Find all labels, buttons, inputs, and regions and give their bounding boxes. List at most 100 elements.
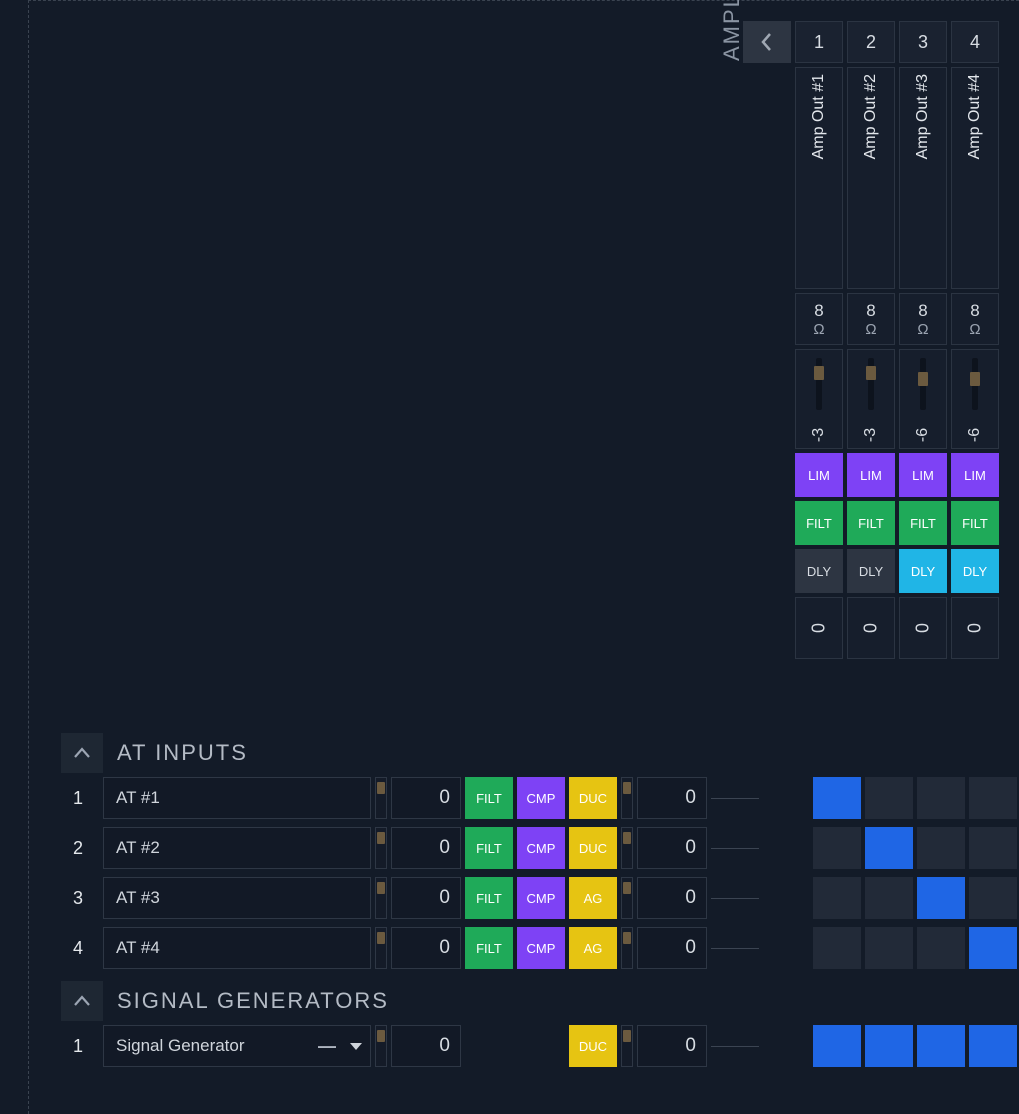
- chevron-left-icon: [759, 30, 775, 54]
- amp-impedance-1[interactable]: 8Ω: [795, 293, 843, 345]
- proc-filt[interactable]: FILT: [465, 927, 513, 969]
- gain-value[interactable]: 0: [391, 777, 461, 819]
- amp-impedance-2[interactable]: 8Ω: [847, 293, 895, 345]
- matrix-cell-3[interactable]: [917, 1025, 965, 1067]
- proc-duc[interactable]: DUC: [569, 777, 617, 819]
- proc-cmp[interactable]: CMP: [517, 777, 565, 819]
- proc-ag[interactable]: AG: [569, 877, 617, 919]
- amp-fader-2[interactable]: -3: [847, 349, 895, 449]
- proc-filt[interactable]: FILT: [465, 777, 513, 819]
- at-inputs-header: AT INPUTS: [57, 729, 1017, 777]
- amp-channel-2[interactable]: 2: [847, 21, 895, 63]
- proc-cmp[interactable]: CMP: [517, 827, 565, 869]
- amp-impedance-3[interactable]: 8Ω: [899, 293, 947, 345]
- matrix-cell-3[interactable]: [917, 877, 965, 919]
- proc-cmp[interactable]: CMP: [517, 927, 565, 969]
- matrix-cell-1[interactable]: [813, 877, 861, 919]
- amp-lim-2[interactable]: LIM: [847, 453, 895, 497]
- amp-channel-3[interactable]: 3: [899, 21, 947, 63]
- input-name-field[interactable]: AT #2: [103, 827, 371, 869]
- amp-fader-3[interactable]: -6: [899, 349, 947, 449]
- level-value[interactable]: 0: [637, 1025, 707, 1067]
- matrix-cell-4[interactable]: [969, 777, 1017, 819]
- row-index: 4: [57, 927, 99, 969]
- level-value[interactable]: 0: [637, 827, 707, 869]
- matrix-cell-4[interactable]: [969, 877, 1017, 919]
- gain-value[interactable]: 0: [391, 927, 461, 969]
- mini-fader[interactable]: [375, 877, 387, 919]
- proc-filt[interactable]: FILT: [465, 827, 513, 869]
- sig-gen-collapse[interactable]: [61, 981, 103, 1021]
- matrix-cell-2[interactable]: [865, 777, 913, 819]
- matrix-cell-2[interactable]: [865, 927, 913, 969]
- amp-back-button[interactable]: [743, 21, 791, 63]
- amp-out-name-3[interactable]: Amp Out #3: [899, 67, 947, 289]
- matrix-cell-1[interactable]: [813, 777, 861, 819]
- proc-cmp[interactable]: CMP: [517, 877, 565, 919]
- matrix-cell-3[interactable]: [917, 927, 965, 969]
- amp-out-name-4[interactable]: Amp Out #4: [951, 67, 999, 289]
- amp-channel-1[interactable]: 1: [795, 21, 843, 63]
- level-value[interactable]: 0: [637, 877, 707, 919]
- level-value[interactable]: 0: [637, 927, 707, 969]
- amp-lim-3[interactable]: LIM: [899, 453, 947, 497]
- mini-fader[interactable]: [375, 1025, 387, 1067]
- matrix-cell-3[interactable]: [917, 827, 965, 869]
- amp-dly-3[interactable]: DLY: [899, 549, 947, 593]
- amp-filt-4[interactable]: FILT: [951, 501, 999, 545]
- amp-filt-2[interactable]: FILT: [847, 501, 895, 545]
- fader-handle[interactable]: [814, 366, 824, 380]
- amp-out-name-1[interactable]: Amp Out #1: [795, 67, 843, 289]
- amp-impedance-4[interactable]: 8Ω: [951, 293, 999, 345]
- mini-fader[interactable]: [621, 777, 633, 819]
- input-name-field[interactable]: AT #3: [103, 877, 371, 919]
- mini-fader[interactable]: [375, 777, 387, 819]
- gain-value[interactable]: 0: [391, 877, 461, 919]
- amp-dly-4[interactable]: DLY: [951, 549, 999, 593]
- mini-fader[interactable]: [621, 927, 633, 969]
- mini-fader[interactable]: [621, 827, 633, 869]
- input-name-field[interactable]: AT #4: [103, 927, 371, 969]
- amp-fader-1[interactable]: -3: [795, 349, 843, 449]
- mini-fader[interactable]: [375, 827, 387, 869]
- amp-lim-1[interactable]: LIM: [795, 453, 843, 497]
- matrix-cell-4[interactable]: [969, 1025, 1017, 1067]
- routing-matrix: [813, 1025, 1017, 1067]
- matrix-cell-3[interactable]: [917, 777, 965, 819]
- amp-lim-4[interactable]: LIM: [951, 453, 999, 497]
- amp-channel-4[interactable]: 4: [951, 21, 999, 63]
- amp-level-1[interactable]: 0: [795, 597, 843, 659]
- mini-fader[interactable]: [621, 1025, 633, 1067]
- amp-level-4[interactable]: 0: [951, 597, 999, 659]
- proc-duc[interactable]: DUC: [569, 1025, 617, 1067]
- gain-value[interactable]: 0: [391, 827, 461, 869]
- amp-dly-1[interactable]: DLY: [795, 549, 843, 593]
- matrix-cell-4[interactable]: [969, 827, 1017, 869]
- amp-filt-3[interactable]: FILT: [899, 501, 947, 545]
- level-value[interactable]: 0: [637, 777, 707, 819]
- amp-fader-4[interactable]: -6: [951, 349, 999, 449]
- mini-fader[interactable]: [375, 927, 387, 969]
- proc-duc[interactable]: DUC: [569, 827, 617, 869]
- row-index: 1: [57, 777, 99, 819]
- matrix-cell-1[interactable]: [813, 927, 861, 969]
- matrix-cell-1[interactable]: [813, 1025, 861, 1067]
- amp-dly-2[interactable]: DLY: [847, 549, 895, 593]
- gain-value[interactable]: 0: [391, 1025, 461, 1067]
- matrix-cell-2[interactable]: [865, 1025, 913, 1067]
- amp-level-2[interactable]: 0: [847, 597, 895, 659]
- input-name-field[interactable]: AT #1: [103, 777, 371, 819]
- matrix-cell-4[interactable]: [969, 927, 1017, 969]
- route-connector: [711, 777, 759, 819]
- proc-filt[interactable]: FILT: [465, 877, 513, 919]
- signal-generator-select[interactable]: Signal Generator—: [103, 1025, 371, 1067]
- amp-filt-1[interactable]: FILT: [795, 501, 843, 545]
- proc-ag[interactable]: AG: [569, 927, 617, 969]
- matrix-cell-2[interactable]: [865, 827, 913, 869]
- mini-fader[interactable]: [621, 877, 633, 919]
- matrix-cell-2[interactable]: [865, 877, 913, 919]
- amp-level-3[interactable]: 0: [899, 597, 947, 659]
- amp-out-name-2[interactable]: Amp Out #2: [847, 67, 895, 289]
- matrix-cell-1[interactable]: [813, 827, 861, 869]
- at-inputs-collapse[interactable]: [61, 733, 103, 773]
